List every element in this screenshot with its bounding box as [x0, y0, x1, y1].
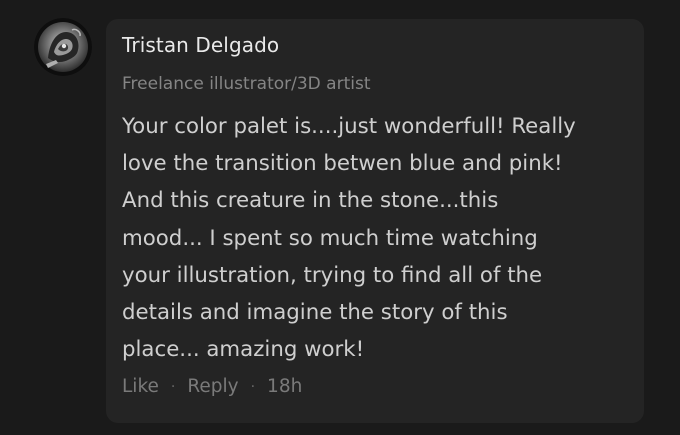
- comment-line: And this creature in the stone...this: [122, 188, 499, 214]
- comment-line: mood... I spent so much time watching: [122, 225, 538, 251]
- reply-button[interactable]: Reply: [187, 376, 238, 397]
- like-button[interactable]: Like: [122, 376, 159, 397]
- comment-line: your illustration, trying to find all of…: [122, 262, 543, 288]
- comment-actions: Like · Reply · 18h: [122, 376, 302, 397]
- author-headline: Freelance illustrator/3D artist: [122, 74, 371, 94]
- comment-line: place... amazing work!: [122, 337, 365, 363]
- comment-line: details and imagine the story of this: [122, 300, 508, 326]
- author-name[interactable]: Tristan Delgado: [122, 33, 279, 57]
- comment-line: Your color palet is....just wonderfull! …: [122, 114, 576, 139]
- separator-dot: ·: [250, 378, 256, 395]
- comment-line: love the transition betwen blue and pink…: [122, 151, 563, 177]
- comment-bubble: Tristan Delgado Freelance illustrator/3D…: [106, 19, 644, 423]
- author-avatar[interactable]: [34, 18, 92, 76]
- comment-text: Your color palet is....just wonderfull! …: [122, 108, 632, 368]
- separator-dot: ·: [170, 378, 176, 395]
- comment-timestamp: 18h: [267, 376, 303, 397]
- user-avatar-icon: [34, 18, 92, 76]
